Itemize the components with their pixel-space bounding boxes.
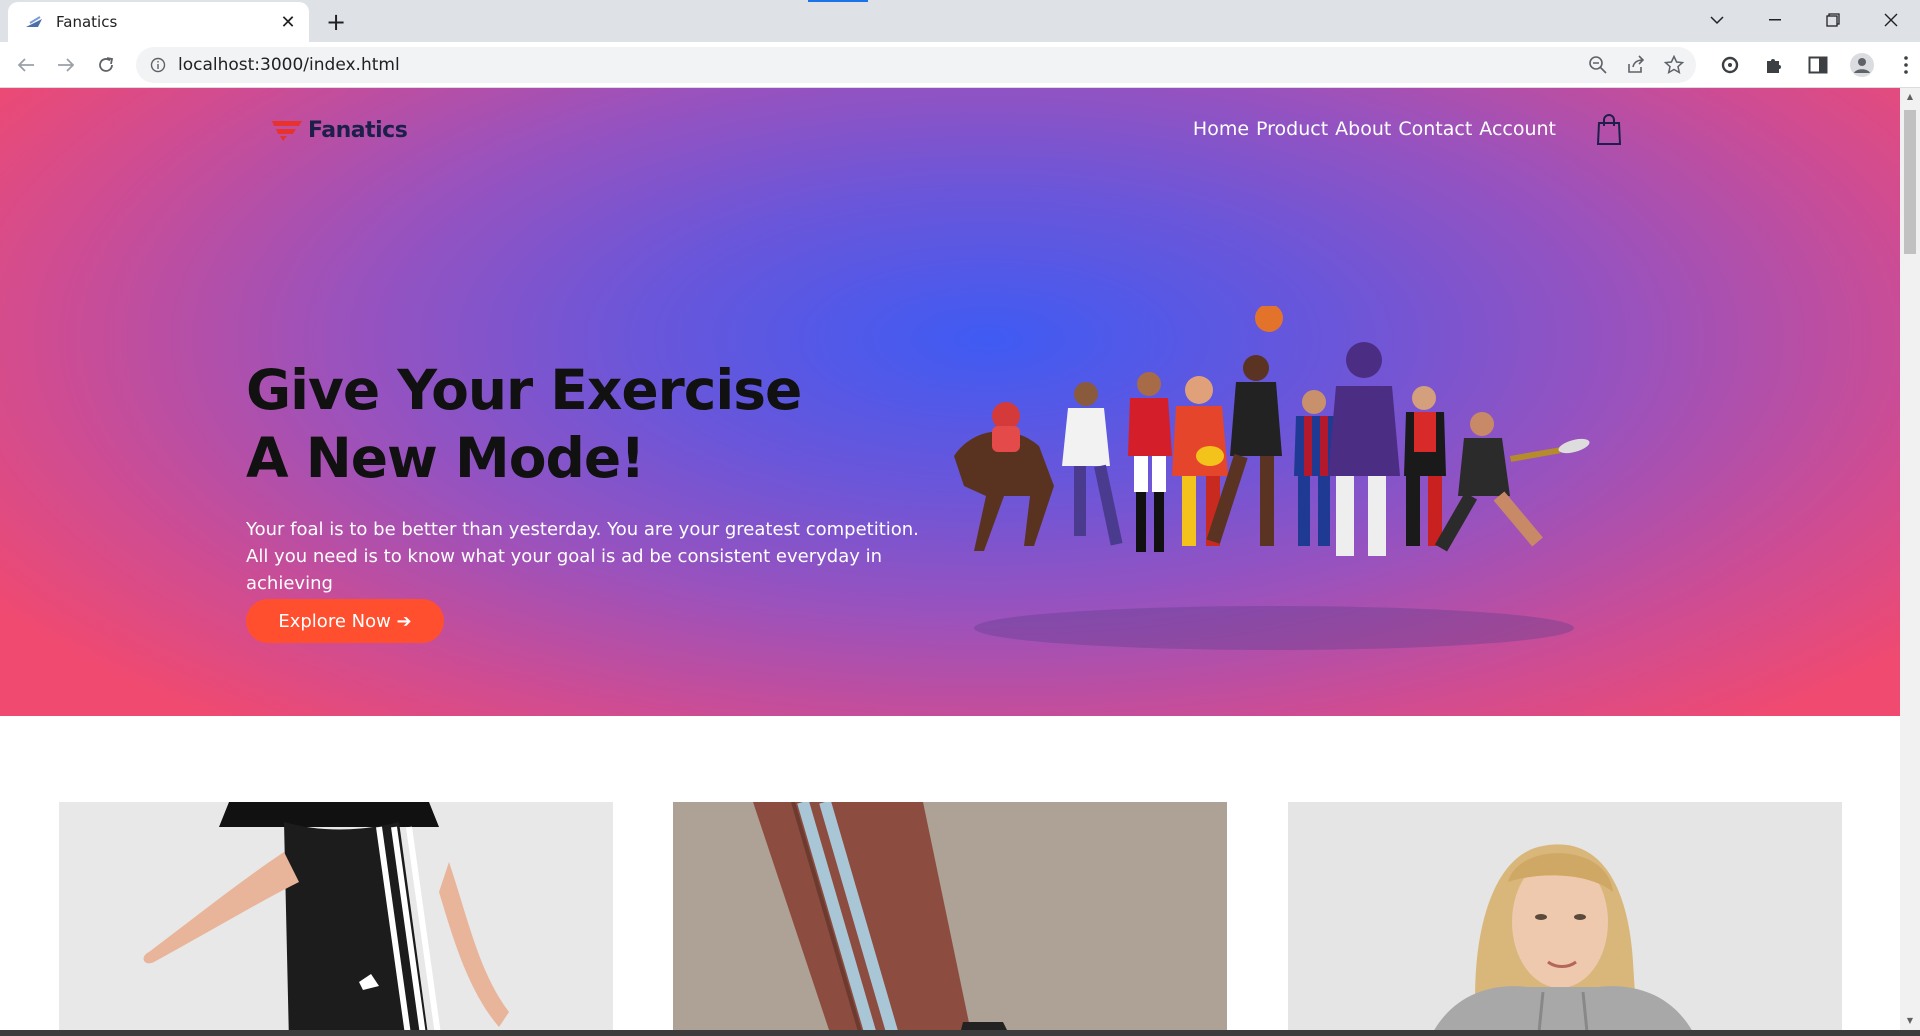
close-tab-icon[interactable]: ✕ [277,11,299,33]
subtext-line-1: Your foal is to be better than yesterday… [246,519,919,540]
nav-home[interactable]: Home [1193,118,1249,140]
hero-section: Fanatics Home Product About Contact Acco… [0,88,1900,716]
extensions-puzzle-icon[interactable] [1760,51,1788,79]
back-icon[interactable] [12,51,40,79]
subtext-line-2: All you need is to know what your goal i… [246,546,883,567]
headline-line-2: A New Mode! [246,426,645,490]
taskbar-edge [0,1030,1920,1036]
close-window-icon[interactable] [1862,0,1920,40]
nav-about[interactable]: About [1335,118,1391,140]
browser-tab[interactable]: Fanatics ✕ [8,2,309,42]
tab-search-icon[interactable] [1688,0,1746,40]
page-scrollbar[interactable]: ▲ ▼ [1900,88,1920,1030]
profile-avatar-icon[interactable] [1848,51,1876,79]
browser-toolbar: localhost:3000/index.html [0,42,1920,88]
main-nav: Home Product About Contact Account [1186,118,1556,140]
bookmark-star-icon[interactable] [1664,55,1684,75]
tennis-player-figure [1434,412,1590,552]
rugby-player-figure [1062,382,1123,546]
product-grid [0,716,1900,1030]
jockey-figure [954,402,1054,551]
explore-now-button[interactable]: Explore Now ➔ [246,599,444,643]
side-panel-icon[interactable] [1804,51,1832,79]
tab-title: Fanatics [56,13,118,31]
restore-icon[interactable] [1804,0,1862,40]
minimize-icon[interactable] [1746,0,1804,40]
logo-text: Fanatics [308,117,408,143]
scroll-down-arrow-icon[interactable]: ▼ [1905,1016,1915,1026]
product-card-track-pants-black[interactable] [59,802,613,1030]
product-card-track-pants-brown[interactable] [673,802,1227,1030]
url-text[interactable]: localhost:3000/index.html [178,55,400,75]
football-player-figure [1328,342,1400,556]
reload-icon[interactable] [92,51,120,79]
new-tab-button[interactable]: + [322,8,350,36]
hero-headline: Give Your Exercise A New Mode! [246,356,946,492]
athletes-collage-image [954,306,1590,650]
soccer-player-red-figure [1128,372,1172,552]
product-image-brown-pants [673,802,1227,1030]
address-bar[interactable]: localhost:3000/index.html [136,47,1696,83]
product-image-grey-hoodie [1288,802,1842,1030]
hero-subtext: Your foal is to be better than yesterday… [246,516,926,597]
omnibox-actions [1588,47,1684,83]
forward-icon[interactable] [52,51,80,79]
nav-product[interactable]: Product [1256,118,1328,140]
site-favicon-icon [26,16,42,27]
logo-mark-icon [272,121,302,141]
browser-menu-icon[interactable] [1892,51,1920,79]
scroll-up-arrow-icon[interactable]: ▲ [1905,92,1915,102]
scrollbar-thumb[interactable] [1904,110,1916,254]
shopping-bag-icon[interactable] [1595,114,1623,146]
site-logo[interactable]: Fanatics [270,112,408,148]
headline-line-1: Give Your Exercise [246,358,802,422]
site-info-icon[interactable] [150,57,166,73]
loading-indicator [808,0,868,2]
product-image-black-pants [59,802,613,1030]
share-icon[interactable] [1626,55,1646,75]
sync-extension-icon[interactable] [1716,51,1744,79]
page-viewport: Fanatics Home Product About Contact Acco… [0,88,1900,1030]
product-card-grey-hoodie[interactable] [1288,802,1842,1030]
zoom-icon[interactable] [1588,55,1608,75]
nav-contact[interactable]: Contact [1398,118,1472,140]
afl-player-black-figure [1404,386,1446,546]
extension-bar [1716,51,1920,79]
nav-account[interactable]: Account [1479,118,1556,140]
subtext-line-3: achieving [246,573,333,594]
browser-tabstrip: Fanatics ✕ + [0,0,1920,42]
window-controls [1688,0,1920,42]
